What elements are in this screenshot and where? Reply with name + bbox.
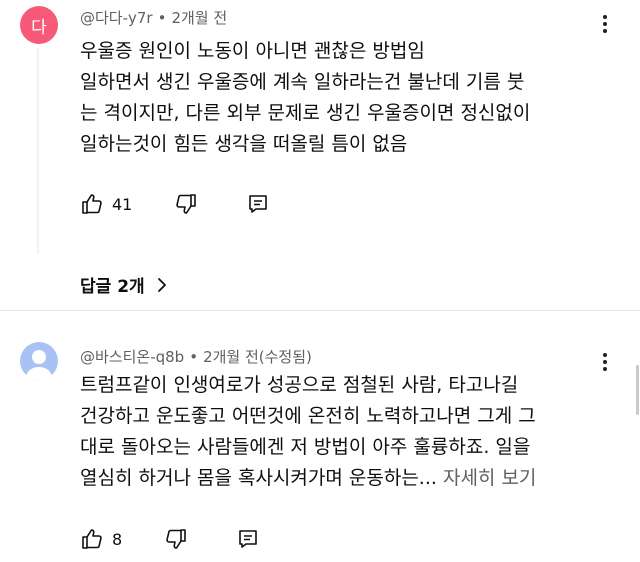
- comment-line: 건강하고 운도좋고 어떤것에 온전히 노력하고나면 그게 그: [80, 405, 536, 427]
- more-vertical-icon[interactable]: [602, 353, 608, 371]
- meta-separator: •: [157, 9, 167, 27]
- comment-line: 는 격이지만, 다른 외부 문제로 생긴 우울증이면 정신없이: [80, 102, 531, 124]
- comment-line: 일하는것이 힘든 생각을 떠올릴 틈이 없음: [80, 133, 408, 155]
- like-count: 41: [112, 194, 133, 214]
- comment-text: 트럼프같이 인생여로가 성공으로 점철된 사람, 타고나길 건강하고 운도좋고 …: [80, 370, 620, 494]
- comment-line: 대로 돌아오는 사람들에겐 저 방법이 아주 훌륭하죠. 일을: [80, 436, 531, 458]
- comment-text: 우울증 원인이 노동이 아니면 괜찮은 방법임 일하면서 생긴 우울증에 계속 …: [80, 36, 620, 160]
- more-vertical-icon[interactable]: [602, 15, 608, 33]
- comment-line: 열심히 하거나 몸을 혹사시켜가며 운동하는...: [80, 467, 437, 489]
- thumb-down-icon: [166, 529, 186, 549]
- avatar[interactable]: 다: [20, 6, 58, 44]
- dislike-button[interactable]: [174, 192, 198, 216]
- author-handle[interactable]: @다다-y7r: [80, 9, 153, 27]
- avatar[interactable]: [20, 342, 58, 380]
- chevron-right-icon: [157, 277, 166, 292]
- comment-time[interactable]: 2개월 전: [171, 9, 227, 27]
- reply-button[interactable]: [236, 527, 260, 551]
- comment-line: 일하면서 생긴 우울증에 계속 일하라는건 불난데 기름 붓: [80, 71, 525, 93]
- comment-actions: 41: [80, 192, 270, 216]
- like-count: 8: [112, 529, 123, 549]
- default-avatar-icon: [25, 350, 53, 380]
- author-handle[interactable]: @바스티온-q8b: [80, 348, 184, 366]
- reply-icon: [249, 195, 268, 213]
- thumb-up-icon: [82, 529, 102, 549]
- replies-label: 답글 2개: [80, 277, 145, 297]
- scrollbar-thumb[interactable]: [636, 365, 639, 415]
- read-more-link[interactable]: 자세히 보기: [443, 467, 536, 489]
- reply-thread-line: [37, 48, 39, 254]
- comment-line-with-read-more: 열심히 하거나 몸을 혹사시켜가며 운동하는... 자세히 보기: [80, 463, 620, 494]
- reply-icon: [239, 530, 257, 548]
- comment-line: 우울증 원인이 노동이 아니면 괜찮은 방법임: [80, 40, 425, 62]
- like-button[interactable]: [80, 192, 104, 216]
- like-button[interactable]: [80, 527, 104, 551]
- comment-meta: @다다-y7r • 2개월 전: [80, 7, 227, 28]
- thumb-down-icon: [176, 194, 197, 214]
- comment-time[interactable]: 2개월 전(수정됨): [203, 348, 312, 366]
- meta-separator: •: [189, 348, 199, 366]
- replies-toggle-button[interactable]: 답글 2개: [80, 272, 167, 297]
- comment-divider: [0, 310, 640, 311]
- reply-button[interactable]: [246, 192, 270, 216]
- comment-meta: @바스티온-q8b • 2개월 전(수정됨): [80, 346, 312, 367]
- comment-actions: 8: [80, 527, 260, 551]
- comment-line: 트럼프같이 인생여로가 성공으로 점철된 사람, 타고나길: [80, 374, 519, 396]
- dislike-button[interactable]: [164, 527, 188, 551]
- avatar-letter: 다: [31, 17, 47, 38]
- thumb-up-icon: [82, 194, 102, 214]
